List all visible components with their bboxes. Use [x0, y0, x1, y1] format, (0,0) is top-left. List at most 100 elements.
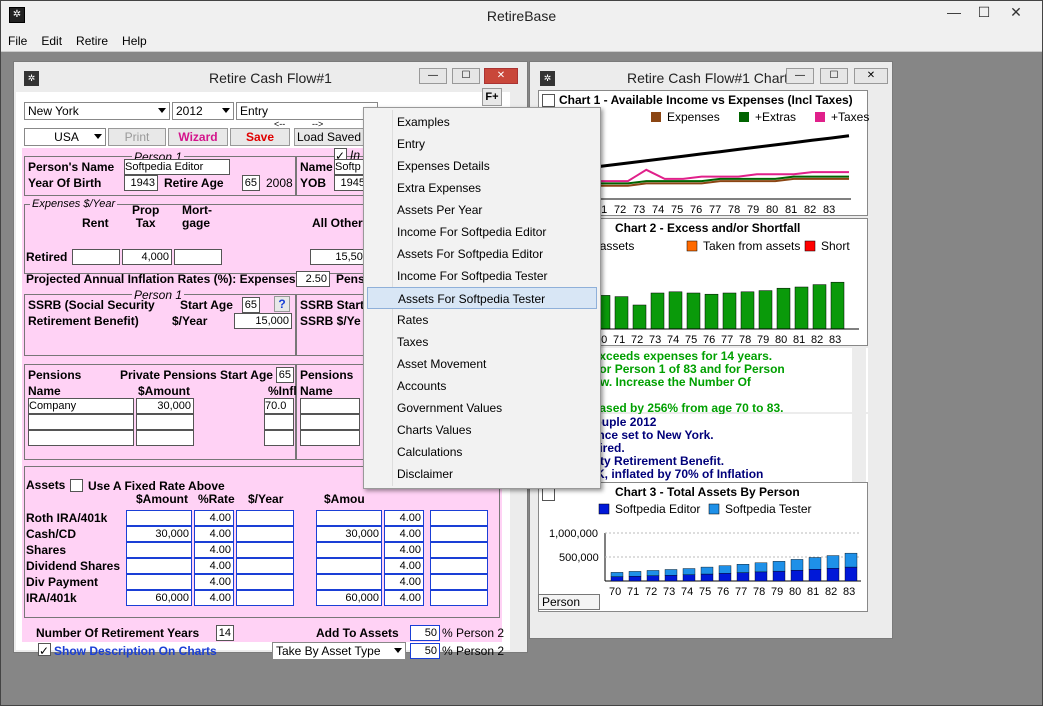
asset-amount-field[interactable]: 30,000 — [126, 526, 192, 542]
year-select[interactable]: 2012 — [172, 102, 234, 120]
load-saved-button[interactable]: Load Saved — [294, 128, 364, 146]
message2-scrollbar[interactable] — [852, 414, 866, 482]
asset-amount-field[interactable] — [126, 558, 192, 574]
asset-rate-field[interactable]: 4.00 — [194, 526, 234, 542]
asset2-rate-field[interactable]: 4.00 — [384, 574, 424, 590]
help-button[interactable]: ? — [274, 296, 290, 312]
pension-infl-field-3[interactable] — [264, 430, 294, 446]
asset-per-year-field[interactable] — [236, 542, 294, 558]
maximize-icon[interactable]: ☐ — [820, 68, 848, 84]
asset-per-year-field[interactable] — [236, 526, 294, 542]
country-select[interactable]: USA — [24, 128, 106, 146]
asset2-amount-field[interactable]: 30,000 — [316, 526, 382, 542]
pension-amount-field[interactable]: 30,000 — [136, 398, 194, 414]
asset2-amount-field[interactable] — [316, 510, 382, 526]
menu-edit[interactable]: Edit — [34, 31, 69, 48]
asset2-amount-field[interactable] — [316, 558, 382, 574]
font-plus-button[interactable]: F+ — [482, 88, 502, 106]
pension2-name-field-3[interactable] — [300, 430, 360, 446]
person-tab[interactable]: Person — [538, 594, 600, 610]
num-years-field[interactable]: 14 — [216, 625, 234, 641]
popup-item[interactable]: Expenses Details — [367, 155, 597, 177]
asset2-per-year-field[interactable] — [430, 526, 488, 542]
maximize-icon[interactable]: ☐ — [452, 68, 480, 84]
chart3-checkbox[interactable] — [542, 488, 555, 501]
pension-infl-field[interactable]: 70.0 — [264, 398, 294, 414]
asset2-per-year-field[interactable] — [430, 558, 488, 574]
asset2-per-year-field[interactable] — [430, 590, 488, 606]
rent-field[interactable] — [72, 249, 120, 265]
pension-name-field[interactable]: Company — [28, 398, 134, 414]
close-icon[interactable]: ✕ — [854, 68, 888, 84]
asset-amount-field[interactable] — [126, 574, 192, 590]
inflation-field[interactable]: 2.50 — [296, 271, 330, 287]
asset-rate-field[interactable]: 4.00 — [194, 542, 234, 558]
wizard-button[interactable]: Wizard — [168, 128, 228, 146]
popup-item[interactable]: Charts Values — [367, 419, 597, 441]
asset-rate-field[interactable]: 4.00 — [194, 558, 234, 574]
popup-item[interactable]: Assets For Softpedia Editor — [367, 243, 597, 265]
asset2-per-year-field[interactable] — [430, 542, 488, 558]
prop-tax-field[interactable]: 4,000 — [122, 249, 172, 265]
print-button[interactable]: Print — [108, 128, 166, 146]
pension-name-field-3[interactable] — [28, 430, 134, 446]
persons-name-field[interactable]: Softpedia Editor — [124, 159, 230, 175]
start-age-field[interactable]: 65 — [242, 297, 260, 313]
state-select[interactable]: New York — [24, 102, 170, 120]
asset-amount-field[interactable] — [126, 510, 192, 526]
add-pct-field[interactable]: 50 — [410, 625, 440, 641]
minimize-icon[interactable]: — — [419, 68, 447, 84]
close-icon[interactable]: ✕ — [1001, 1, 1031, 23]
asset2-per-year-field[interactable] — [430, 574, 488, 590]
popup-item[interactable]: Income For Softpedia Tester — [367, 265, 597, 287]
take-pct-field[interactable]: 50 — [410, 643, 440, 659]
popup-item[interactable]: Accounts — [367, 375, 597, 397]
pension2-name-field-2[interactable] — [300, 414, 360, 430]
asset2-rate-field[interactable]: 4.00 — [384, 510, 424, 526]
year-of-birth-field[interactable]: 1943 — [124, 175, 158, 191]
popup-item[interactable]: Government Values — [367, 397, 597, 419]
popup-item[interactable]: Asset Movement — [367, 353, 597, 375]
asset2-amount-field[interactable] — [316, 574, 382, 590]
asset-per-year-field[interactable] — [236, 510, 294, 526]
ssrb-field[interactable]: 15,000 — [234, 313, 292, 329]
asset2-per-year-field[interactable] — [430, 510, 488, 526]
asset-per-year-field[interactable] — [236, 558, 294, 574]
save-button[interactable]: Save — [230, 128, 290, 146]
popup-item[interactable]: Income For Softpedia Editor — [367, 221, 597, 243]
view-select[interactable]: Entry — [236, 102, 378, 120]
asset2-rate-field[interactable]: 4.00 — [384, 542, 424, 558]
pension-infl-field-2[interactable] — [264, 414, 294, 430]
popup-item[interactable]: Rates — [367, 309, 597, 331]
asset-amount-field[interactable]: 60,000 — [126, 590, 192, 606]
popup-item[interactable]: Assets Per Year — [367, 199, 597, 221]
popup-item[interactable]: Disclaimer — [367, 463, 597, 485]
retire-age-field[interactable]: 65 — [242, 175, 260, 191]
pension-amount-field-2[interactable] — [136, 414, 194, 430]
private-start-age-field[interactable]: 65 — [276, 367, 294, 383]
popup-item[interactable]: Taxes — [367, 331, 597, 353]
pension2-name-field[interactable] — [300, 398, 360, 414]
show-desc-checkbox[interactable]: ✓ — [38, 643, 51, 658]
close-icon[interactable]: ✕ — [484, 68, 518, 84]
asset2-amount-field[interactable]: 60,000 — [316, 590, 382, 606]
menu-retire[interactable]: Retire — [69, 31, 115, 48]
chart1-checkbox[interactable] — [542, 94, 555, 107]
maximize-icon[interactable]: ☐ — [971, 1, 997, 23]
asset2-rate-field[interactable]: 4.00 — [384, 558, 424, 574]
asset-per-year-field[interactable] — [236, 590, 294, 606]
asset-amount-field[interactable] — [126, 542, 192, 558]
asset2-rate-field[interactable]: 4.00 — [384, 526, 424, 542]
menu-file[interactable]: File — [1, 31, 34, 48]
message1-scrollbar[interactable] — [852, 348, 866, 412]
mortgage-field[interactable] — [174, 249, 222, 265]
pension-name-field-2[interactable] — [28, 414, 134, 430]
popup-item[interactable]: Examples — [367, 111, 597, 133]
popup-item[interactable]: Entry — [367, 133, 597, 155]
asset-rate-field[interactable]: 4.00 — [194, 574, 234, 590]
minimize-icon[interactable]: — — [786, 68, 814, 84]
minimize-icon[interactable]: — — [941, 1, 967, 23]
popup-item[interactable]: Assets For Softpedia Tester — [367, 287, 597, 309]
take-by-select[interactable]: Take By Asset Type — [272, 642, 406, 660]
asset2-rate-field[interactable]: 4.00 — [384, 590, 424, 606]
